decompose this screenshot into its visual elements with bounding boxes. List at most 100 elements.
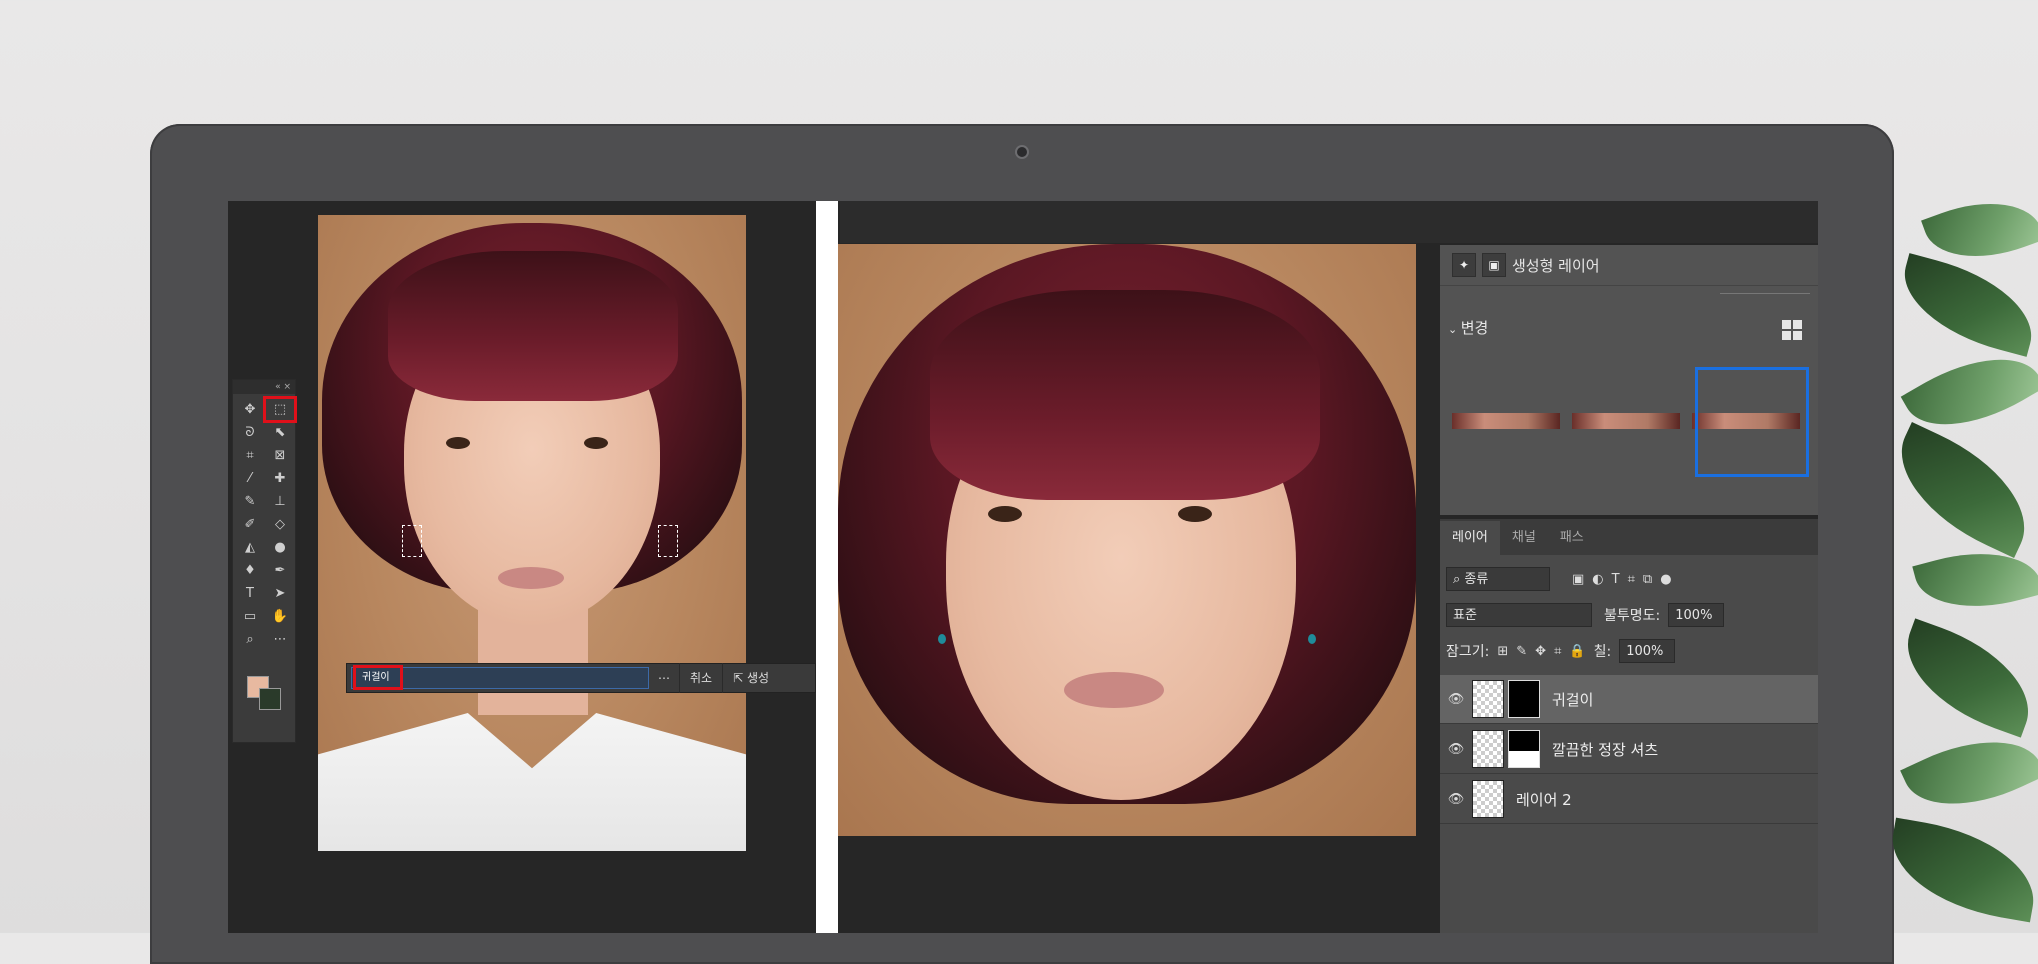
prompt-text: 귀걸이 xyxy=(353,665,403,690)
zoom-tool-icon[interactable]: ⌕ xyxy=(235,628,265,651)
layer-thumbnail xyxy=(1472,730,1504,768)
frame-tool-icon[interactable]: ⊠ xyxy=(265,444,295,467)
fill-label: 칠: xyxy=(1593,644,1612,660)
generative-layer-icon: ✦ xyxy=(1452,253,1476,277)
layer-mask-thumbnail xyxy=(1508,730,1540,768)
blur-tool-icon[interactable]: ● xyxy=(265,536,295,559)
history-brush-icon[interactable]: ✐ xyxy=(235,513,265,536)
tab-layers[interactable]: 레이어 xyxy=(1440,521,1500,555)
layer-thumbnail xyxy=(1472,780,1504,818)
tab-channels[interactable]: 채널 xyxy=(1500,521,1548,555)
contextual-task-bar: 귀걸이 ⋯ 취소 ⇱ 생성 xyxy=(346,663,816,693)
lock-transparency-icon[interactable]: ⊞ xyxy=(1497,644,1508,659)
opacity-input[interactable]: 100% xyxy=(1668,603,1725,627)
opacity-label: 불투명도: xyxy=(1604,608,1661,624)
lips xyxy=(1064,672,1164,708)
background-color-swatch[interactable] xyxy=(259,688,281,710)
earring-right xyxy=(1308,634,1316,644)
lasso-tool-icon[interactable]: ᘐ xyxy=(235,421,265,444)
stamp-tool-icon[interactable]: ⊥ xyxy=(265,490,295,513)
visibility-eye-icon[interactable]: 👁 xyxy=(1440,792,1472,807)
variation-thumb[interactable] xyxy=(1572,413,1680,429)
pen-tool-icon[interactable]: ✒ xyxy=(265,559,295,582)
dodge-tool-icon[interactable]: ♦ xyxy=(235,559,265,582)
top-bar xyxy=(840,201,1818,243)
bangs xyxy=(930,290,1320,500)
tab-paths[interactable]: 패스 xyxy=(1548,521,1596,555)
leaf xyxy=(1889,618,2038,738)
lock-artboard-icon[interactable]: ⌗ xyxy=(1554,644,1561,659)
type-filter-icon[interactable]: T xyxy=(1612,572,1620,587)
adjustment-filter-icon[interactable]: ◐ xyxy=(1592,572,1603,587)
screen: « × ✥ ⬚ ᘐ ⬉ ⌗ ⊠ ⁄ ✚ ✎ ⊥ ✐ ◇ ◭ ● ♦ ✒ T ➤ … xyxy=(228,201,1818,933)
properties-title: 생성형 레이어 xyxy=(1512,256,1600,275)
blend-mode-select[interactable]: 표준 xyxy=(1446,603,1592,627)
canvas-after[interactable] xyxy=(838,244,1416,836)
lock-label: 잠그기: xyxy=(1446,644,1490,660)
webcam-icon xyxy=(1015,145,1029,159)
filter-row: ⌕ 종류 ▣ ◐ T ⌗ ⧉ ● xyxy=(1440,567,1818,591)
eraser-tool-icon[interactable]: ◇ xyxy=(265,513,295,536)
smart-object-filter-icon[interactable]: ⧉ xyxy=(1643,572,1652,587)
crop-tool-icon[interactable]: ⌗ xyxy=(235,444,265,467)
layer-name: 레이어 2 xyxy=(1516,790,1572,809)
layer-mask-thumbnail xyxy=(1508,680,1540,718)
leaf xyxy=(1878,422,2038,558)
filter-select[interactable]: ⌕ 종류 xyxy=(1446,567,1550,591)
shape-filter-icon[interactable]: ⌗ xyxy=(1628,572,1635,587)
selection-marquee-left[interactable] xyxy=(402,525,422,557)
filter-toggle-icon[interactable]: ● xyxy=(1660,572,1671,587)
eye-right xyxy=(1178,506,1212,522)
canvas-before[interactable] xyxy=(318,215,746,851)
leaf xyxy=(1882,817,2038,923)
generate-button[interactable]: ⇱ 생성 xyxy=(722,663,779,693)
lock-position-icon[interactable]: ✥ xyxy=(1535,644,1546,659)
before-after-divider xyxy=(816,201,838,933)
fill-input[interactable]: 100% xyxy=(1619,639,1676,663)
type-tool-icon[interactable]: T xyxy=(235,582,265,605)
variations-header[interactable]: ⌄ 변경 xyxy=(1448,317,1488,338)
earring-left xyxy=(938,634,946,644)
tool-palette: « × ✥ ⬚ ᘐ ⬉ ⌗ ⊠ ⁄ ✚ ✎ ⊥ ✐ ◇ ◭ ● ♦ ✒ T ➤ … xyxy=(232,379,297,743)
mask-icon: ▣ xyxy=(1482,253,1506,277)
lock-row: 잠그기: ⊞ ✎ ✥ ⌗ 🔒 칠: 100% xyxy=(1440,639,1818,663)
brush-tool-icon[interactable]: ✎ xyxy=(235,490,265,513)
cancel-button[interactable]: 취소 xyxy=(679,663,722,693)
selection-marquee-right[interactable] xyxy=(658,525,678,557)
eye-left xyxy=(446,437,470,449)
blend-row: 표준 불투명도: 100% xyxy=(1440,603,1818,627)
generate-label: 생성 xyxy=(746,671,770,685)
paint-bucket-icon[interactable]: ◭ xyxy=(235,536,265,559)
more-options-button[interactable]: ⋯ xyxy=(649,671,679,685)
layer-row[interactable]: 👁 레이어 2 xyxy=(1440,775,1818,824)
visibility-eye-icon[interactable]: 👁 xyxy=(1440,692,1472,707)
marquee-tool-icon[interactable]: ⬚ xyxy=(263,396,297,423)
lock-pixels-icon[interactable]: ✎ xyxy=(1516,644,1527,659)
layer-row[interactable]: 👁 귀걸이 xyxy=(1440,675,1818,724)
layer-thumbnail xyxy=(1472,680,1504,718)
move-tool-icon[interactable]: ✥ xyxy=(235,398,265,421)
object-select-tool-icon[interactable]: ⬉ xyxy=(265,421,295,444)
visibility-eye-icon[interactable]: 👁 xyxy=(1440,742,1472,757)
grid-view-icon[interactable] xyxy=(1782,320,1802,340)
layer-name: 귀걸이 xyxy=(1552,690,1594,709)
path-select-icon[interactable]: ➤ xyxy=(265,582,295,605)
palette-header: « × xyxy=(233,380,295,394)
prompt-input[interactable]: 귀걸이 xyxy=(351,665,649,690)
more-tools-icon[interactable]: ⋯ xyxy=(265,628,295,651)
bangs xyxy=(388,251,678,401)
lock-all-icon[interactable]: 🔒 xyxy=(1569,644,1585,659)
pixel-filter-icon[interactable]: ▣ xyxy=(1572,572,1584,587)
eye-left xyxy=(988,506,1022,522)
generate-icon: ⇱ xyxy=(733,671,747,685)
eyedropper-tool-icon[interactable]: ⁄ xyxy=(235,467,265,490)
close-icon[interactable]: × xyxy=(283,382,291,392)
hand-tool-icon[interactable]: ✋ xyxy=(265,605,295,628)
shirt xyxy=(318,713,746,851)
variation-thumb[interactable] xyxy=(1452,413,1560,429)
collapse-icon[interactable]: « xyxy=(275,382,281,392)
layer-row[interactable]: 👁 깔끔한 정장 셔츠 xyxy=(1440,725,1818,774)
healing-brush-icon[interactable]: ✚ xyxy=(265,467,295,490)
rectangle-tool-icon[interactable]: ▭ xyxy=(235,605,265,628)
lips xyxy=(498,567,564,589)
